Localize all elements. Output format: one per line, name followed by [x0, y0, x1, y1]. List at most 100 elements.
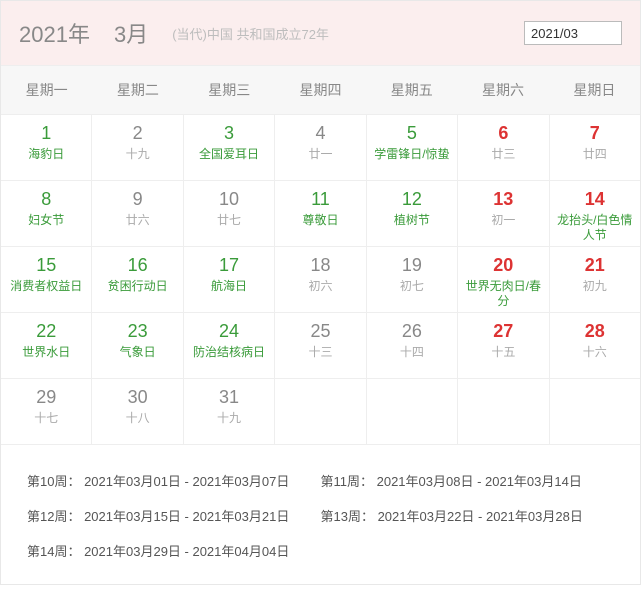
day-number: 27: [460, 321, 546, 343]
day-note: 廿三: [460, 147, 546, 162]
day-number: 26: [369, 321, 455, 343]
day-note: 航海日: [186, 279, 272, 294]
day-cell[interactable]: 10 廿七: [184, 181, 275, 247]
week-range-item: 第11周： 2021年03月08日 - 2021年03月14日: [321, 463, 615, 498]
day-note: 廿一: [277, 147, 363, 162]
day-number: 8: [3, 189, 89, 211]
day-cell[interactable]: 21 初九: [550, 247, 640, 313]
day-cell[interactable]: 1海豹日: [1, 115, 92, 181]
day-cell[interactable]: 30十八: [92, 379, 183, 445]
day-cell[interactable]: 14龙抬头/白色情人节: [550, 181, 640, 247]
calendar-row: 15消费者权益日16 贫困行动日 17 航海日 18 初六 19初七20世界无肉日/春分21…: [1, 247, 640, 313]
day-cell[interactable]: 27十五: [458, 313, 549, 379]
calendar-row: 29 十七30十八31十九: [1, 379, 640, 445]
day-cell[interactable]: 19初七: [367, 247, 458, 313]
day-cell[interactable]: 28 十六: [550, 313, 640, 379]
day-cell[interactable]: 25 十三: [275, 313, 366, 379]
day-cell[interactable]: 20世界无肉日/春分: [458, 247, 549, 313]
weekday-header: 星期五: [366, 66, 457, 114]
day-number: 7: [552, 123, 638, 145]
day-cell[interactable]: 8 妇女节: [1, 181, 92, 247]
day-cell: [550, 379, 640, 445]
day-number: 17: [186, 255, 272, 277]
day-cell[interactable]: 2十九: [92, 115, 183, 181]
day-cell[interactable]: 26 十四: [367, 313, 458, 379]
day-number: 28: [552, 321, 638, 343]
calendar-row: 1海豹日2十九3全国爱耳日4廿一5学雷锋日/惊蛰6廿三7 廿四: [1, 115, 640, 181]
day-note: 十六: [552, 345, 638, 360]
calendar-header: 2021年 3月 (当代)中国 共和国成立72年: [1, 1, 640, 65]
day-note: 初六: [277, 279, 363, 294]
day-number: 15: [3, 255, 89, 277]
day-cell[interactable]: 18 初六: [275, 247, 366, 313]
day-number: 19: [369, 255, 455, 277]
calendar-frame: 2021年 3月 (当代)中国 共和国成立72年 星期一星期二星期三星期四星期五…: [0, 0, 641, 585]
day-note: 海豹日: [3, 147, 89, 162]
day-number: 23: [94, 321, 180, 343]
day-cell[interactable]: 5学雷锋日/惊蛰: [367, 115, 458, 181]
weekday-row: 星期一星期二星期三星期四星期五星期六星期日: [1, 65, 640, 115]
day-number: 18: [277, 255, 363, 277]
day-note: 植树节: [369, 213, 455, 228]
week-label: 第13周：: [321, 509, 374, 524]
week-range: 2021年03月01日 - 2021年03月07日: [80, 474, 289, 489]
day-note: 初一: [460, 213, 546, 228]
day-note: 廿七: [186, 213, 272, 228]
day-number: 20: [460, 255, 546, 277]
month-label: 3月: [114, 17, 148, 49]
day-cell[interactable]: 11尊敬日: [275, 181, 366, 247]
day-cell[interactable]: 31十九: [184, 379, 275, 445]
day-note: 十四: [369, 345, 455, 360]
day-cell: [458, 379, 549, 445]
week-label: 第11周：: [321, 474, 374, 489]
day-number: 24: [186, 321, 272, 343]
day-number: 22: [3, 321, 89, 343]
day-number: 14: [552, 189, 638, 211]
day-note: 贫困行动日: [94, 279, 180, 294]
day-number: 21: [552, 255, 638, 277]
day-cell[interactable]: 7 廿四: [550, 115, 640, 181]
day-note: 妇女节: [3, 213, 89, 228]
day-cell[interactable]: 12植树节: [367, 181, 458, 247]
day-cell[interactable]: 9 廿六: [92, 181, 183, 247]
calendar-grid: 1海豹日2十九3全国爱耳日4廿一5学雷锋日/惊蛰6廿三7 廿四 8 妇女节 9 廿六 10 廿…: [1, 115, 640, 445]
week-range-item: 第13周： 2021年03月22日 - 2021年03月28日: [321, 498, 615, 533]
week-label: 第12周：: [27, 509, 80, 524]
day-number: 29: [3, 387, 89, 409]
weekday-header: 星期日: [549, 66, 640, 114]
day-note: 尊敬日: [277, 213, 363, 228]
weekday-header: 星期四: [275, 66, 366, 114]
day-cell[interactable]: 17 航海日: [184, 247, 275, 313]
week-label: 第14周：: [27, 544, 80, 559]
day-note: 廿六: [94, 213, 180, 228]
day-cell[interactable]: 23气象日: [92, 313, 183, 379]
date-input[interactable]: [524, 21, 622, 45]
day-cell[interactable]: 22 世界水日: [1, 313, 92, 379]
day-note: 防治结核病日: [186, 345, 272, 360]
day-note: 十七: [3, 411, 89, 426]
day-note: 十三: [277, 345, 363, 360]
year-label: 2021年: [19, 17, 90, 49]
week-label: 第10周：: [27, 474, 80, 489]
week-range-item: 第14周： 2021年03月29日 - 2021年04月04日: [27, 533, 321, 568]
weekday-header: 星期六: [457, 66, 548, 114]
day-number: 10: [186, 189, 272, 211]
day-cell[interactable]: 4廿一: [275, 115, 366, 181]
day-cell[interactable]: 16 贫困行动日: [92, 247, 183, 313]
day-cell[interactable]: 29 十七: [1, 379, 92, 445]
day-number: 9: [94, 189, 180, 211]
day-cell[interactable]: 13初一: [458, 181, 549, 247]
day-note: 十八: [94, 411, 180, 426]
day-note: 初九: [552, 279, 638, 294]
day-cell[interactable]: 6廿三: [458, 115, 549, 181]
day-note: 世界水日: [3, 345, 89, 360]
week-range: 2021年03月08日 - 2021年03月14日: [373, 474, 582, 489]
day-cell[interactable]: 15消费者权益日: [1, 247, 92, 313]
day-number: 16: [94, 255, 180, 277]
era-subtitle: (当代)中国 共和国成立72年: [172, 24, 500, 43]
day-note: 廿四: [552, 147, 638, 162]
day-cell[interactable]: 3全国爱耳日: [184, 115, 275, 181]
day-number: 25: [277, 321, 363, 343]
day-cell[interactable]: 24 防治结核病日: [184, 313, 275, 379]
day-note: 学雷锋日/惊蛰: [369, 147, 455, 162]
